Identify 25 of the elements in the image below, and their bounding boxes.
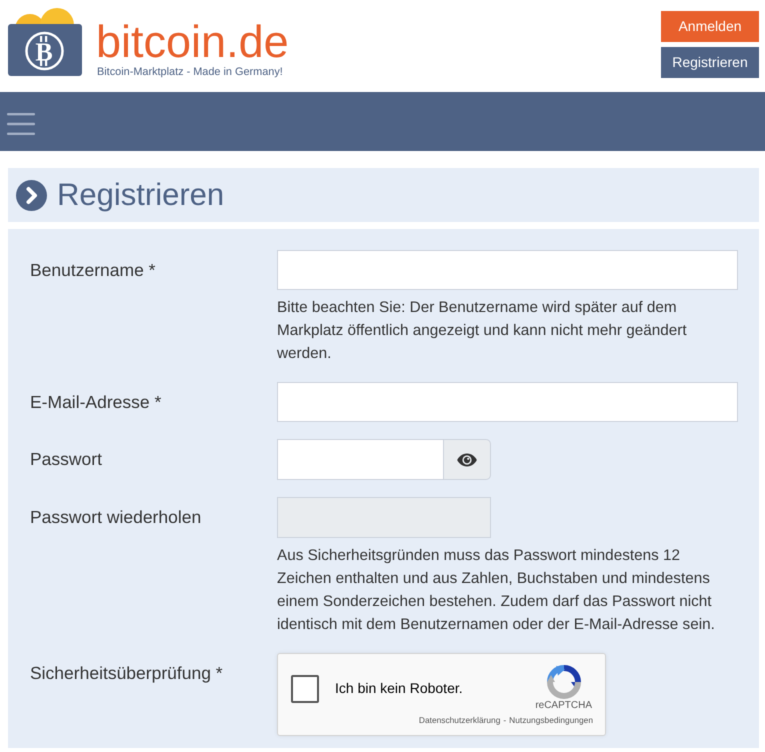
register-button[interactable]: Registrieren [661,47,759,78]
menu-icon[interactable] [7,113,35,135]
text-input-field[interactable] [277,250,738,290]
field-label: Passwort wiederholen [30,506,202,529]
show-password-button[interactable] [444,439,491,480]
link-separator: - [503,715,506,726]
help-text: Bitte beachten Sie: Der Benutzername wird später auf dem Markplatz öffentlich angezeigt und kann nicht mehr geändert werden. [277,298,688,364]
captcha-label: Ich bin kein Roboter. [335,679,463,698]
field-label: Benutzername * [30,259,156,282]
captcha-checkbox[interactable] [291,674,319,702]
privacy-link[interactable]: Datenschutzerklärung [418,715,500,726]
field-label: E-Mail-Adresse * [30,391,162,414]
logo-wordmark: bitcoin.de [96,17,289,67]
password-input-field[interactable] [277,439,444,480]
chevron-circle-icon [16,180,47,210]
captcha-brand: reCAPTCHA [535,699,592,712]
logo-tagline: Bitcoin-Marktplatz - Made in Germany! [97,66,284,79]
text-input-field[interactable] [277,382,738,422]
help-text: Aus Sicherheitsgründen muss das Passwort mindestens 12 Zeichen enthalten und aus Zahlen, Buchstaben und mindestens einem Sonderzeichen bestehen. Zudem darf das Passwort nicht identisch mit dem Benutzernamen oder der E-Mail-Adresse sein. [277,546,716,635]
field-label: Sicherheitsüberprüfung * [30,662,224,685]
field-label: Passwort [30,448,103,471]
refresh-arrows-icon [546,665,581,699]
terms-link[interactable]: Nutzungsbedingungen [509,715,593,726]
page-title: Registrieren [57,177,224,213]
eye-icon [457,452,477,466]
